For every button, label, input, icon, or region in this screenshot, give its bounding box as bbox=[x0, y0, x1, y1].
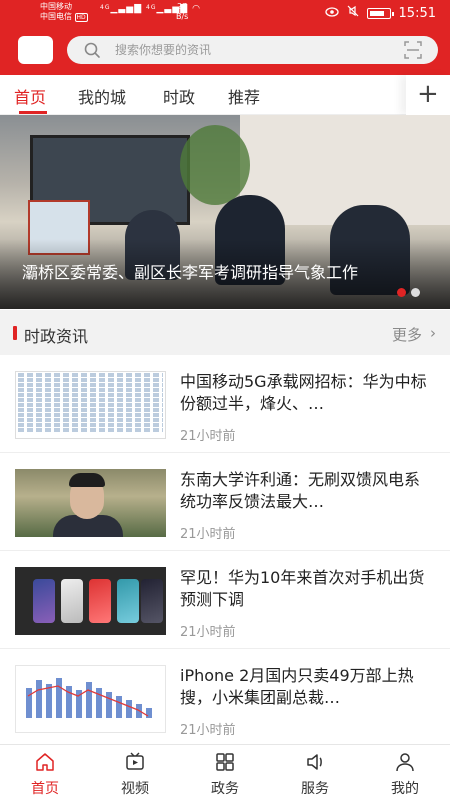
more-link[interactable]: 更多 bbox=[392, 324, 422, 345]
bottom-nav: 首页 视频 政务 服务 我的 bbox=[0, 744, 450, 800]
eye-icon bbox=[324, 6, 339, 21]
nav-label: 我的 bbox=[391, 781, 419, 797]
nav-video[interactable]: 视频 bbox=[90, 745, 180, 800]
search-input[interactable] bbox=[115, 40, 375, 60]
nav-label: 政务 bbox=[211, 781, 239, 797]
carrier-info: 中国移动 中国电信 HD bbox=[40, 2, 88, 23]
network-speed: 27 B/s bbox=[176, 2, 189, 21]
search-icon bbox=[84, 42, 100, 58]
portrait-thumbnail bbox=[15, 469, 166, 537]
channel-tabs: 首页 我的城 时政 推荐 + bbox=[0, 75, 450, 115]
news-item[interactable]: 东南大学许利通：无刷双馈风电系统功率反馈法最大… 21小时前 bbox=[0, 453, 450, 551]
speaker-icon bbox=[307, 754, 322, 770]
banner-title[interactable]: 灞桥区委常委、副区长李军考调研指导气象工作 bbox=[22, 263, 432, 282]
grid-icon bbox=[216, 753, 234, 771]
search-bar[interactable] bbox=[67, 36, 438, 64]
nav-service[interactable]: 服务 bbox=[270, 745, 360, 800]
news-headline[interactable]: 中国移动5G承载网招标：华为中标份额过半，烽火、… bbox=[180, 371, 430, 415]
tab-home[interactable]: 首页 bbox=[14, 84, 46, 108]
carousel-dots bbox=[397, 288, 420, 297]
scan-icon[interactable] bbox=[404, 41, 422, 59]
news-time: 21小时前 bbox=[180, 625, 236, 640]
nav-government[interactable]: 政务 bbox=[180, 745, 270, 800]
nav-label: 服务 bbox=[301, 781, 329, 797]
nav-profile[interactable]: 我的 bbox=[360, 745, 450, 800]
banner-carousel[interactable]: 灞桥区委常委、副区长李军考调研指导气象工作 bbox=[0, 115, 450, 309]
tab-politics[interactable]: 时政 bbox=[163, 84, 195, 108]
home-icon bbox=[36, 753, 54, 771]
section-marker bbox=[13, 326, 17, 340]
nav-label: 首页 bbox=[31, 781, 59, 797]
app-logo[interactable] bbox=[18, 36, 53, 64]
signal-2-label: 4G bbox=[146, 4, 157, 11]
nav-label: 视频 bbox=[121, 781, 149, 797]
clock: 15:51 bbox=[398, 5, 436, 21]
news-item[interactable]: iPhone 2月国内只卖49万部上热搜，小米集团副总裁… 21小时前 bbox=[0, 649, 450, 747]
carousel-dot-active bbox=[397, 288, 406, 297]
chevron-right-icon[interactable]: › bbox=[430, 324, 436, 342]
phones-thumbnail bbox=[15, 567, 166, 635]
plus-icon: + bbox=[417, 79, 439, 109]
battery-icon bbox=[366, 7, 394, 19]
chart-thumbnail bbox=[15, 665, 166, 733]
nav-home[interactable]: 首页 bbox=[0, 745, 90, 800]
carrier-2: 中国电信 HD bbox=[40, 12, 88, 22]
signal-bars-icon: ▁▃▅▇ bbox=[110, 4, 143, 14]
tab-my-city[interactable]: 我的城 bbox=[78, 84, 126, 108]
news-item[interactable]: 罕见！华为10年来首次对手机出货预测下调 21小时前 bbox=[0, 551, 450, 649]
news-headline[interactable]: 罕见！华为10年来首次对手机出货预测下调 bbox=[180, 567, 430, 611]
app-header: 中国移动 中国电信 HD 4G▁▃▅▇ 4G▁▃▅▇ ◠ 27 B/s 15:5… bbox=[0, 0, 450, 75]
news-headline[interactable]: 东南大学许利通：无刷双馈风电系统功率反馈法最大… bbox=[180, 469, 430, 513]
news-time: 21小时前 bbox=[180, 723, 236, 738]
add-channel-button[interactable]: + bbox=[406, 75, 450, 115]
wifi-icon: ◠ bbox=[192, 4, 201, 14]
section-title: 时政资讯 bbox=[24, 327, 89, 346]
news-headline[interactable]: iPhone 2月国内只卖49万部上热搜，小米集团副总裁… bbox=[180, 665, 430, 709]
news-item[interactable]: 中国移动5G承载网招标：华为中标份额过半，烽火、… 21小时前 bbox=[0, 355, 450, 453]
user-icon bbox=[396, 753, 414, 772]
active-tab-indicator bbox=[19, 111, 47, 114]
status-right: 15:51 bbox=[324, 5, 436, 21]
tab-recommend[interactable]: 推荐 bbox=[228, 84, 260, 108]
table-thumbnail bbox=[15, 371, 166, 439]
news-time: 21小时前 bbox=[180, 429, 236, 444]
status-bar: 中国移动 中国电信 HD 4G▁▃▅▇ 4G▁▃▅▇ ◠ 27 B/s 15:5… bbox=[0, 0, 450, 28]
video-icon bbox=[126, 752, 144, 770]
signal-1-label: 4G bbox=[100, 4, 111, 11]
news-time: 21小时前 bbox=[180, 527, 236, 542]
carrier-1: 中国移动 bbox=[40, 2, 72, 11]
mute-icon bbox=[347, 5, 359, 21]
carousel-dot bbox=[411, 288, 420, 297]
hd-badge: HD bbox=[74, 13, 88, 22]
section-header: 时政资讯 更多 › bbox=[0, 310, 450, 355]
